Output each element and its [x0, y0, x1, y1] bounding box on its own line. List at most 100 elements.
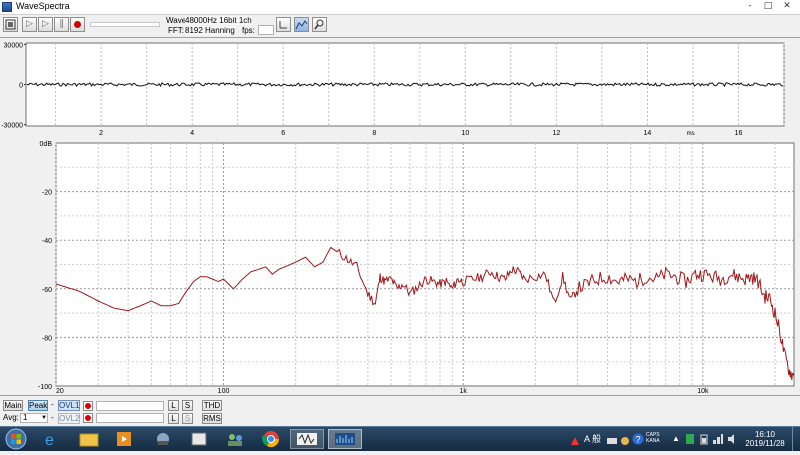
thd-button[interactable]: THD	[202, 400, 222, 411]
record-icon	[74, 21, 81, 28]
title-bar: WaveSpectra - □ ✕	[0, 0, 800, 15]
wavegene-taskbar[interactable]	[290, 429, 324, 449]
green-app-icon	[686, 434, 694, 444]
tray-app-2[interactable]	[699, 432, 709, 445]
spectrum-y-tick-label: -80	[42, 335, 52, 342]
tray-expand[interactable]: ▲	[672, 434, 680, 443]
wave-x-tick-label: 10	[461, 130, 469, 137]
play-button[interactable]: ▷	[22, 17, 37, 32]
record-icon	[85, 403, 91, 409]
spectrum-x-tick-label: 10k	[697, 388, 709, 395]
app-icon	[2, 2, 12, 12]
chrome-icon	[262, 431, 280, 448]
ovl1-name-field[interactable]	[96, 401, 164, 411]
spectrum-x-tick-label: 20	[56, 388, 64, 395]
ovl2-button[interactable]: OVL2	[58, 413, 80, 424]
tray-app-1[interactable]	[685, 432, 695, 444]
spectrum-y-tick-label: 0dB	[40, 141, 53, 148]
clock-time: 16:10	[754, 430, 776, 439]
ovl2-l-button[interactable]: L	[168, 413, 179, 424]
media-player-icon	[117, 432, 131, 446]
wave-x-tick-label: 8	[372, 130, 376, 137]
avg-value: 1	[23, 413, 28, 422]
separator-dash: -	[51, 400, 54, 409]
windows-start-icon	[5, 428, 27, 450]
wave-x-tick-label: 14	[644, 130, 652, 137]
spectrum-y-tick-label: -40	[42, 238, 52, 245]
spectrum-icon	[295, 20, 308, 30]
window-title: WaveSpectra	[16, 1, 70, 11]
svg-text:?: ?	[636, 435, 641, 445]
app-taskbar-2[interactable]	[186, 429, 212, 449]
battery-icon	[700, 434, 708, 445]
maximize-button[interactable]: □	[760, 1, 776, 12]
wave-y-tick-label: -30000	[1, 123, 23, 130]
tray-volume[interactable]	[727, 432, 739, 444]
internet-explorer-taskbar[interactable]: e	[38, 429, 64, 449]
notepad-icon	[191, 432, 207, 446]
speaker-icon	[728, 434, 734, 444]
separator-dash-2: -	[51, 413, 54, 422]
waveform-chart: 30000 0 -30000 2 4 6 8 10 12 14 16 ms	[1, 42, 785, 137]
ime-indicator[interactable]: A 般	[584, 432, 601, 445]
spectrum-view-button[interactable]	[294, 17, 309, 32]
play-icon: ▷	[26, 19, 33, 29]
spectrum-chart: 0dB -20 -40 -60 -80 -100 20 100 1k 10k	[38, 141, 795, 395]
tray-help[interactable]: ?	[632, 432, 644, 445]
app-taskbar-3[interactable]	[222, 429, 248, 449]
spectrum-y-tick-label: -20	[42, 190, 52, 197]
tray-warning[interactable]	[570, 433, 580, 445]
tray-network[interactable]	[712, 432, 724, 444]
ovl1-l-button[interactable]: L	[168, 400, 179, 411]
main-button[interactable]: Main	[3, 400, 23, 411]
tray-ime-settings[interactable]	[620, 433, 630, 445]
device-settings-button[interactable]	[3, 17, 18, 32]
pause-button[interactable]: ∥	[54, 17, 69, 32]
media-player-taskbar[interactable]	[112, 429, 138, 449]
wave-y-tick-label: 30000	[4, 42, 24, 49]
chrome-taskbar[interactable]	[258, 429, 284, 449]
record-button[interactable]	[70, 17, 85, 32]
wave-x-tick-label: 16	[735, 130, 743, 137]
keyboard-icon	[607, 438, 617, 444]
display-settings-button[interactable]	[276, 17, 291, 32]
tray-ime-tools[interactable]	[606, 433, 618, 444]
minimize-button[interactable]: -	[742, 1, 758, 12]
fft-setting[interactable]: 8192 Hanning	[185, 26, 235, 35]
step-button[interactable]: ▷	[38, 17, 53, 32]
settings-icon	[621, 437, 629, 445]
wave-generator-icon	[297, 433, 317, 445]
search-button[interactable]	[312, 17, 327, 32]
peak-button[interactable]: Peak	[28, 400, 48, 411]
position-slider[interactable]	[90, 22, 160, 27]
avg-select[interactable]: 1 ▼	[20, 413, 48, 423]
search-icon	[314, 19, 324, 30]
ovl1-button[interactable]: OVL1	[58, 400, 80, 411]
spectrum-x-tick-label: 100	[218, 388, 230, 395]
start-button[interactable]	[4, 428, 28, 450]
step-icon: ▷	[42, 19, 49, 29]
explorer-taskbar[interactable]	[76, 429, 102, 449]
rms-button[interactable]: RMS	[202, 413, 222, 424]
waveform-panel: 30000 0 -30000 2 4 6 8 10 12 14 16 ms	[0, 38, 800, 137]
record-icon	[85, 415, 91, 421]
channel-controls: Main Peak - OVL1 L S THD Avg: 1 ▼ - OVL2 …	[0, 395, 800, 427]
fft-label: FFT:	[168, 26, 184, 35]
ovl2-name-field[interactable]	[96, 413, 164, 423]
ovl1-s-button[interactable]: S	[182, 400, 193, 411]
close-button[interactable]: ✕	[779, 1, 795, 12]
ovl2-s-button[interactable]: S	[182, 413, 193, 424]
folder-icon	[79, 433, 99, 447]
clock-date: 2019/11/28	[745, 439, 785, 448]
svg-text:e: e	[45, 432, 54, 449]
wavespectra-icon	[335, 433, 355, 445]
app-taskbar-1[interactable]	[150, 429, 176, 449]
fps-label: fps:	[242, 26, 255, 35]
show-desktop-button[interactable]	[792, 427, 800, 451]
ovl1-record-button[interactable]	[83, 401, 93, 411]
clock[interactable]: 16:10 2019/11/28	[744, 430, 786, 448]
ovl2-record-button[interactable]	[83, 413, 93, 423]
avg-label: Avg:	[3, 413, 19, 422]
wavespectra-taskbar[interactable]	[328, 429, 362, 449]
internet-explorer-icon: e	[45, 432, 54, 449]
